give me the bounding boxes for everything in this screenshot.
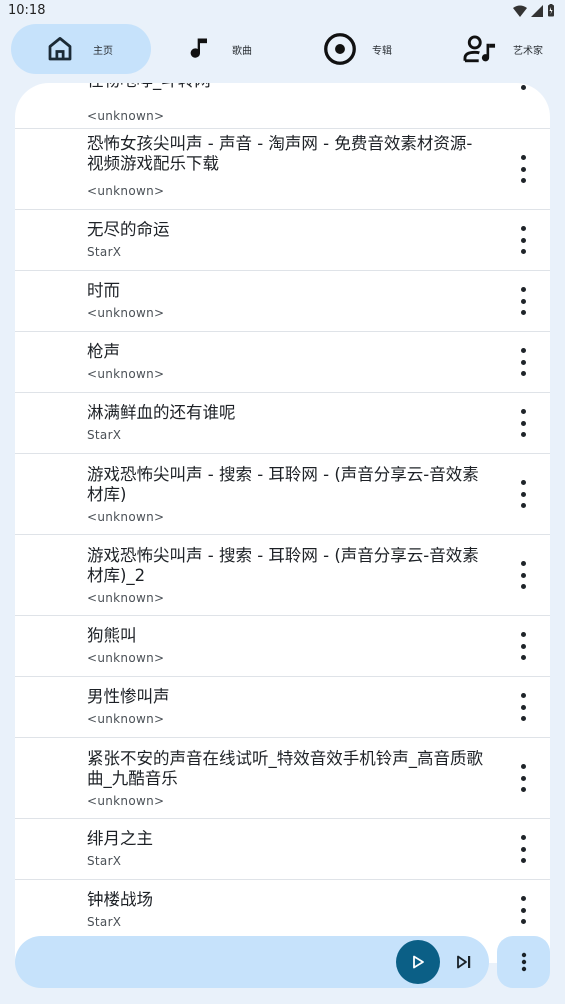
next-button[interactable] <box>452 950 476 974</box>
song-artist: <unknown> <box>87 794 165 808</box>
home-icon <box>48 37 72 61</box>
song-title: 游戏恐怖尖叫声 - 搜索 - 耳聆网 - (声音分享云-音效素材库) <box>87 465 479 504</box>
more-vert-icon[interactable] <box>516 83 530 90</box>
song-row[interactable]: 怪物咆哮_斗转网 <unknown> <box>15 83 550 129</box>
song-row[interactable]: 狗熊叫 <unknown> <box>15 616 550 677</box>
tab-home[interactable]: 主页 <box>11 24 151 74</box>
more-vert-icon[interactable] <box>516 226 530 254</box>
tab-albums-label: 专辑 <box>372 45 392 57</box>
song-title: 男性惨叫声 <box>87 687 170 706</box>
more-vert-icon[interactable] <box>516 287 530 315</box>
song-title: 狗熊叫 <box>87 626 137 645</box>
song-artist: <unknown> <box>87 510 165 524</box>
song-title: 枪声 <box>87 342 120 361</box>
song-title: 时而 <box>87 281 120 300</box>
song-title: 淋满鲜血的还有谁呢 <box>87 403 236 422</box>
tab-artists[interactable]: 艺术家 <box>463 24 565 74</box>
song-artist: StarX <box>87 854 122 868</box>
signal-icon <box>531 4 543 17</box>
more-vert-icon <box>521 952 526 972</box>
song-row[interactable]: 男性惨叫声 <unknown> <box>15 677 550 738</box>
song-row[interactable]: 恐怖女孩尖叫声 - 声音 - 淘声网 - 免费音效素材资源-视频游戏配乐下载 <… <box>15 129 550 210</box>
battery-icon <box>548 4 554 17</box>
song-artist: <unknown> <box>87 109 165 123</box>
more-vert-icon[interactable] <box>516 896 530 924</box>
tab-home-label: 主页 <box>93 45 113 57</box>
music-note-icon <box>190 38 207 58</box>
tab-songs[interactable]: 歌曲 <box>186 24 296 74</box>
more-vert-icon[interactable] <box>516 561 530 589</box>
song-row[interactable]: 枪声 <unknown> <box>15 332 550 393</box>
song-row[interactable]: 无尽的命运 StarX <box>15 210 550 271</box>
song-row[interactable]: 时而 <unknown> <box>15 271 550 332</box>
player-more-button[interactable] <box>497 936 550 988</box>
status-time: 10:18 <box>8 3 46 18</box>
song-title: 紧张不安的声音在线试听_特效音效手机铃声_高音质歌曲_九酷音乐 <box>87 749 483 788</box>
more-vert-icon[interactable] <box>516 764 530 792</box>
more-vert-icon[interactable] <box>516 632 530 660</box>
song-artist: StarX <box>87 915 122 929</box>
song-list-panel: 怪物咆哮_斗转网 <unknown> 恐怖女孩尖叫声 - 声音 - 淘声网 - … <box>15 83 550 963</box>
song-artist: StarX <box>87 428 122 442</box>
song-artist: StarX <box>87 245 122 259</box>
song-row[interactable]: 紧张不安的声音在线试听_特效音效手机铃声_高音质歌曲_九酷音乐 <unknown… <box>15 738 550 819</box>
song-title: 恐怖女孩尖叫声 - 声音 - 淘声网 - 免费音效素材资源-视频游戏配乐下载 <box>87 134 473 173</box>
more-vert-icon[interactable] <box>516 409 530 437</box>
album-icon <box>324 33 356 65</box>
skip-next-icon <box>457 955 471 969</box>
song-artist: <unknown> <box>87 367 165 381</box>
tab-artists-label: 艺术家 <box>513 45 543 57</box>
song-artist: <unknown> <box>87 184 165 198</box>
status-icons <box>513 4 555 17</box>
status-bar: 10:18 <box>0 0 565 22</box>
song-row[interactable]: 游戏恐怖尖叫声 - 搜索 - 耳聆网 - (声音分享云-音效素材库)_2 <un… <box>15 535 550 616</box>
song-title: 无尽的命运 <box>87 220 170 239</box>
more-vert-icon[interactable] <box>516 155 530 183</box>
song-row[interactable]: 绯月之主 StarX <box>15 819 550 880</box>
tab-albums[interactable]: 专辑 <box>322 24 432 74</box>
song-row[interactable]: 游戏恐怖尖叫声 - 搜索 - 耳聆网 - (声音分享云-音效素材库) <unkn… <box>15 454 550 535</box>
tab-songs-label: 歌曲 <box>232 45 252 57</box>
song-artist: <unknown> <box>87 651 165 665</box>
artist-icon <box>463 35 496 63</box>
song-row[interactable]: 钟楼战场 StarX <box>15 880 550 940</box>
mini-player[interactable] <box>15 936 489 988</box>
song-title: 游戏恐怖尖叫声 - 搜索 - 耳聆网 - (声音分享云-音效素材库)_2 <box>87 546 479 585</box>
song-title: 怪物咆哮_斗转网 <box>87 83 487 91</box>
more-vert-icon[interactable] <box>516 835 530 863</box>
wifi-icon <box>513 5 527 17</box>
song-list: 怪物咆哮_斗转网 <unknown> 恐怖女孩尖叫声 - 声音 - 淘声网 - … <box>15 83 550 940</box>
song-title: 绯月之主 <box>87 829 153 848</box>
play-button[interactable] <box>396 940 440 984</box>
song-title: 钟楼战场 <box>87 890 153 909</box>
more-vert-icon[interactable] <box>516 693 530 721</box>
play-icon <box>413 955 424 969</box>
song-artist: <unknown> <box>87 712 165 726</box>
song-row[interactable]: 淋满鲜血的还有谁呢 StarX <box>15 393 550 454</box>
more-vert-icon[interactable] <box>516 480 530 508</box>
song-artist: <unknown> <box>87 306 165 320</box>
song-artist: <unknown> <box>87 591 165 605</box>
top-navigation: 主页 歌曲 专辑 艺术家 <box>0 22 565 80</box>
more-vert-icon[interactable] <box>516 348 530 376</box>
